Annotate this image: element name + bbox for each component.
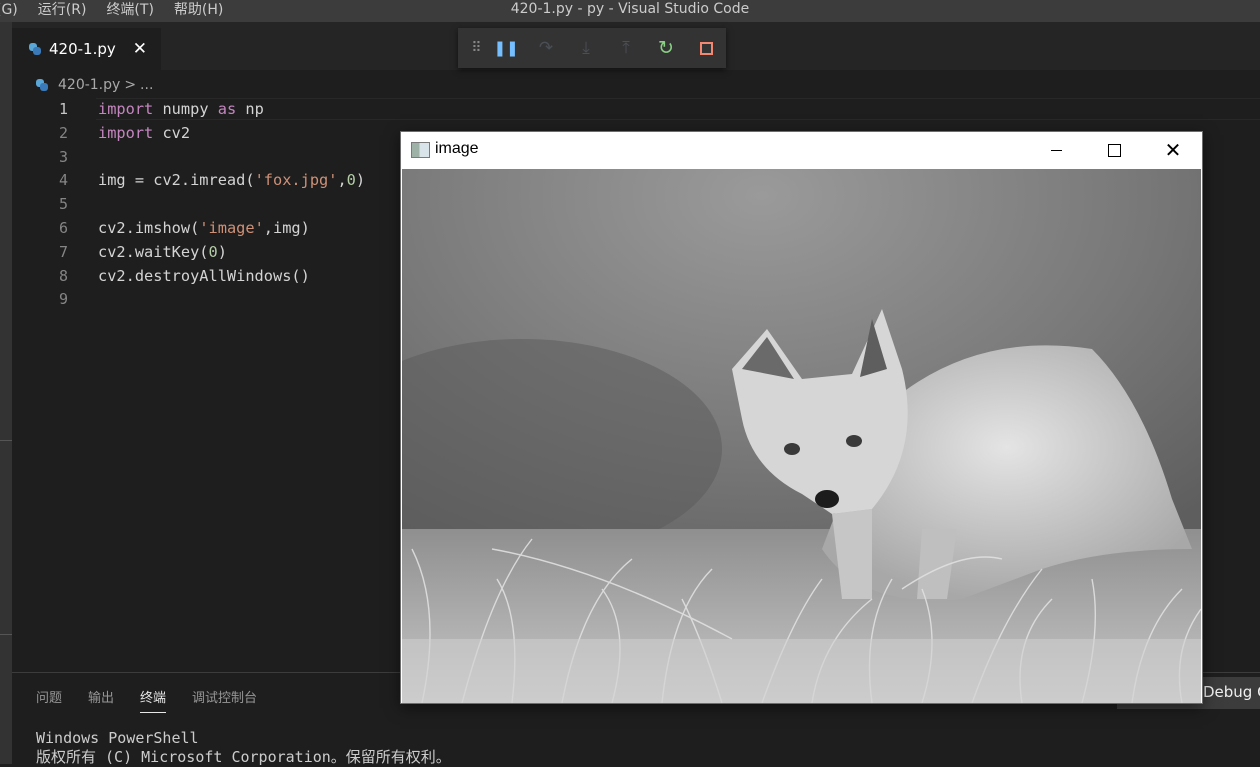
tab-output[interactable]: 输出 xyxy=(88,687,114,713)
code-line[interactable] xyxy=(98,288,365,312)
line-number: 8 xyxy=(58,266,68,285)
code-token: 0 xyxy=(208,242,218,261)
code-line[interactable]: import cv2 xyxy=(98,122,365,146)
code-token: import xyxy=(98,100,154,118)
close-icon[interactable]: ✕ xyxy=(133,40,147,58)
code-token: , xyxy=(337,171,347,190)
step-over-icon[interactable]: ↷ xyxy=(534,36,558,60)
code-token: np xyxy=(236,100,264,118)
breadcrumb-file[interactable]: 420-1.py xyxy=(58,77,120,93)
code-token: cv2 xyxy=(153,123,191,142)
terminal-output[interactable]: Windows PowerShell 版权所有 (C) Microsoft Cor… xyxy=(36,729,451,767)
sash-divider xyxy=(0,440,12,441)
sash-divider xyxy=(0,634,12,635)
chevron-right-icon: > xyxy=(124,77,137,93)
stop-icon[interactable] xyxy=(694,36,718,60)
maximize-button[interactable] xyxy=(1099,138,1129,162)
code-line[interactable]: cv2.imshow('image',img) xyxy=(98,217,365,241)
line-number: 6 xyxy=(58,218,68,237)
line-number: 9 xyxy=(58,290,68,309)
drag-handle-icon[interactable]: ⠿ xyxy=(464,36,488,60)
code-line[interactable]: cv2.waitKey(0) xyxy=(98,241,365,265)
title-bar: (G) 运行(R) 终端(T) 帮助(H) 420-1.py - py - Vi… xyxy=(0,0,1260,22)
code-token: as xyxy=(217,100,237,118)
fox-image xyxy=(402,169,1201,703)
code-line[interactable] xyxy=(98,146,365,170)
step-out-icon[interactable]: ⤒ xyxy=(614,36,638,60)
python-file-icon xyxy=(29,43,41,55)
breadcrumb: 420-1.py > ... xyxy=(36,74,153,96)
image-window-titlebar[interactable]: image ✕ xyxy=(401,132,1202,169)
code-line[interactable] xyxy=(98,193,365,217)
code-token: import xyxy=(98,123,154,142)
close-window-button[interactable]: ✕ xyxy=(1158,138,1188,162)
code-token: cv2.waitKey( xyxy=(98,242,209,261)
code-content[interactable]: import numpy as np import cv2 img = cv2.im… xyxy=(98,98,365,312)
code-token: 0 xyxy=(346,171,356,190)
minimize-button[interactable] xyxy=(1041,138,1071,162)
dropdown-label: Debug C xyxy=(1203,683,1260,701)
panel-tabs: 问题 输出 终端 调试控制台 xyxy=(36,687,283,713)
line-number: 4 xyxy=(58,171,68,190)
code-token: cv2.imshow( xyxy=(98,218,200,237)
step-into-icon[interactable]: ⤓ xyxy=(574,36,598,60)
window-app-icon xyxy=(411,142,430,158)
image-window-title: image xyxy=(435,140,479,157)
code-line[interactable]: import numpy as np xyxy=(98,98,365,122)
code-line[interactable]: cv2.destroyAllWindows() xyxy=(98,265,365,289)
code-token: cv2.destroyAllWindows() xyxy=(98,266,310,285)
restart-icon[interactable]: ↻ xyxy=(654,36,678,60)
line-number: 1 xyxy=(58,100,68,118)
code-token: ) xyxy=(217,242,227,261)
tab-problems[interactable]: 问题 xyxy=(36,687,62,713)
tab-label: 420-1.py xyxy=(49,40,116,58)
line-number-gutter: 1 2 3 4 5 6 7 8 9 xyxy=(12,98,68,312)
tab-420-1-py[interactable]: 420-1.py ✕ xyxy=(12,28,161,70)
line-number: 3 xyxy=(58,147,68,166)
line-number: 2 xyxy=(58,123,68,142)
terminal-line: 版权所有 (C) Microsoft Corporation。保留所有权利。 xyxy=(36,748,451,766)
window-title: 420-1.py - py - Visual Studio Code xyxy=(510,1,750,17)
tab-debug-console[interactable]: 调试控制台 xyxy=(192,687,257,713)
code-token: numpy xyxy=(153,100,218,118)
debug-toolbar: ⠿ ❚❚ ↷ ⤓ ⤒ ↻ xyxy=(458,28,726,68)
code-token: 'image' xyxy=(199,218,264,237)
code-token: ,img) xyxy=(263,218,310,237)
code-token: img = cv2.imread( xyxy=(98,171,255,190)
code-token: ) xyxy=(355,171,366,190)
activity-bar xyxy=(0,22,12,764)
line-number: 7 xyxy=(58,242,68,261)
python-file-icon xyxy=(36,79,48,91)
opencv-image-window[interactable]: image ✕ xyxy=(400,131,1203,704)
code-line[interactable]: img = cv2.imread('fox.jpg',0) xyxy=(98,169,365,193)
tab-terminal[interactable]: 终端 xyxy=(140,687,167,713)
pause-icon[interactable]: ❚❚ xyxy=(493,36,518,60)
terminal-line: Windows PowerShell xyxy=(36,729,199,747)
code-token: 'fox.jpg' xyxy=(254,171,338,190)
line-number: 5 xyxy=(58,195,68,214)
breadcrumb-more[interactable]: ... xyxy=(140,77,153,93)
